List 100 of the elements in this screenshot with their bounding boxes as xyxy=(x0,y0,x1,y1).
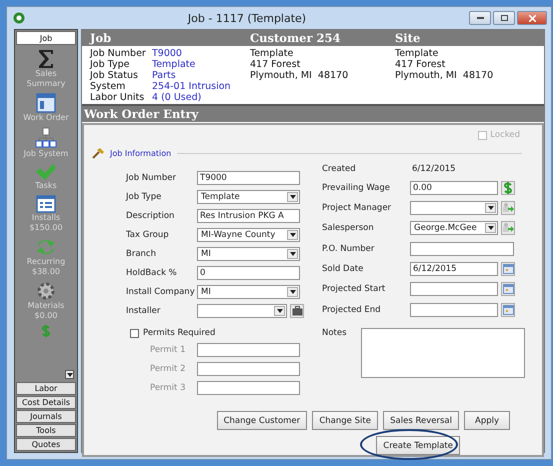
sidebar-tab[interactable]: Job xyxy=(16,31,76,45)
info-value: 254-01 Intrusion xyxy=(152,81,232,92)
dropdown-arrow-icon xyxy=(276,309,282,313)
document-tree-icon xyxy=(35,127,57,149)
section-title: Work Order Entry xyxy=(82,104,544,122)
locked-checkbox[interactable] xyxy=(478,130,488,140)
info-label: System xyxy=(90,81,126,92)
customer-address-line: 417 Forest xyxy=(250,59,302,70)
dollar-icon xyxy=(503,182,513,194)
info-label: Job Status xyxy=(90,70,139,81)
sidebar-tab[interactable]: Labor xyxy=(16,382,76,395)
sigma-icon xyxy=(38,49,54,69)
info-value: Template xyxy=(152,59,196,70)
text-field[interactable] xyxy=(197,343,300,357)
header-title: Customer 254 xyxy=(250,30,342,46)
nav-item-amount: $38.00 xyxy=(32,267,60,277)
field-label: Sold Date xyxy=(322,264,364,274)
permits-checkbox[interactable] xyxy=(130,328,139,338)
field-label: Job Type xyxy=(126,192,162,202)
scroll-down-button[interactable] xyxy=(65,370,74,379)
field-label: Installer xyxy=(126,306,162,316)
sidebar-tab[interactable]: Quotes xyxy=(16,438,76,451)
notes-field[interactable] xyxy=(360,328,525,378)
dropdown-field[interactable]: Template xyxy=(197,190,300,204)
text-field[interactable]: Res Intrusion PKG A xyxy=(197,209,300,223)
info-label: Labor Units xyxy=(90,92,146,103)
text-field[interactable]: 6/12/2015 xyxy=(410,262,498,276)
field-label: Salesperson xyxy=(322,223,375,234)
header-title: Job xyxy=(88,30,112,46)
text-field[interactable]: T9000 xyxy=(197,171,300,185)
field-label: Projected Start xyxy=(322,284,386,294)
action-button[interactable]: Change Site xyxy=(312,411,378,430)
site-address-line: 417 Forest xyxy=(395,59,446,70)
dropdown-field[interactable]: MI xyxy=(197,285,300,299)
text-field[interactable]: 0 xyxy=(197,266,300,280)
sidebar-tab[interactable]: Journals xyxy=(16,410,76,423)
calendar-button[interactable] xyxy=(501,262,515,276)
text-field[interactable] xyxy=(197,362,300,376)
minimize-icon xyxy=(476,17,484,19)
created-date: 6/12/2015 xyxy=(411,164,457,174)
nav-item-amount: $150.00 xyxy=(29,223,63,233)
dropdown-field[interactable]: George.McGee xyxy=(410,221,498,236)
field-label: Tax Group xyxy=(126,230,170,240)
dropdown-field[interactable] xyxy=(197,304,287,318)
notes-label: Notes xyxy=(322,328,347,340)
dropdown-field[interactable] xyxy=(410,200,498,215)
gear-icon xyxy=(36,281,56,301)
picker-button[interactable] xyxy=(290,304,304,318)
site-address-line: Plymouth, MI 48170 xyxy=(395,70,494,81)
info-label: Job Type xyxy=(90,59,130,70)
window-title: Job - 1117 (Template) xyxy=(186,12,308,24)
dropdown-arrow-icon xyxy=(290,290,296,294)
text-field[interactable]: 0.00 xyxy=(410,180,498,195)
app-icon xyxy=(13,12,25,24)
nav-item-amount: $0.00 xyxy=(34,311,58,321)
action-button[interactable]: Change Customer xyxy=(216,411,308,430)
info-value: T9000 xyxy=(152,48,183,59)
dropdown-field[interactable]: MI xyxy=(197,247,300,261)
calendar-icon xyxy=(502,284,514,294)
action-button[interactable]: Apply xyxy=(464,411,510,430)
assign-button[interactable] xyxy=(501,221,515,236)
customer-address-line: Plymouth, MI 48170 xyxy=(250,70,350,81)
action-button[interactable]: Sales Reversal xyxy=(383,411,459,430)
sidebar-tab[interactable]: Tools xyxy=(16,424,76,437)
field-label: Description xyxy=(126,211,176,221)
text-field[interactable] xyxy=(410,302,498,317)
field-label: Install Company xyxy=(126,287,196,297)
maximize-icon xyxy=(500,15,508,21)
field-label: Project Manager xyxy=(322,202,392,213)
field-label: P.O. Number xyxy=(322,244,376,254)
site-address-line: Template xyxy=(395,48,440,59)
dropdown-arrow-icon xyxy=(290,233,296,237)
permits-label: Permits Required xyxy=(143,328,216,338)
text-field[interactable] xyxy=(410,242,514,256)
maximize-button[interactable] xyxy=(493,11,515,25)
dropdown-field[interactable]: MI-Wayne County xyxy=(197,228,300,242)
calendar-icon xyxy=(502,264,514,274)
assign-button[interactable] xyxy=(501,200,515,215)
calendar-icon xyxy=(502,304,514,315)
briefcase-icon xyxy=(292,306,302,316)
create-template-button[interactable]: Create Template xyxy=(376,436,460,455)
checkmark-icon xyxy=(35,163,57,181)
dollar-button[interactable] xyxy=(501,180,515,195)
calendar-button[interactable] xyxy=(501,282,515,296)
person-arrow-icon xyxy=(502,202,514,214)
field-label: Job Number xyxy=(126,173,177,183)
dropdown-arrow-icon xyxy=(66,372,72,376)
minimize-button[interactable] xyxy=(469,11,491,25)
dropdown-arrow-icon xyxy=(488,206,494,210)
info-value: 4 (0 Used) xyxy=(152,92,202,103)
text-field[interactable] xyxy=(410,282,498,296)
person-arrow-icon xyxy=(502,222,514,234)
list-window-icon xyxy=(36,195,56,213)
text-field[interactable] xyxy=(197,381,300,395)
permit-label: Permit 2 xyxy=(149,364,186,374)
close-button[interactable] xyxy=(517,11,547,25)
sidebar-tab[interactable]: Cost Details xyxy=(16,396,76,409)
calendar-button[interactable] xyxy=(501,302,515,317)
recycle-arrows-icon xyxy=(35,237,57,257)
field-label: Branch xyxy=(126,249,157,259)
